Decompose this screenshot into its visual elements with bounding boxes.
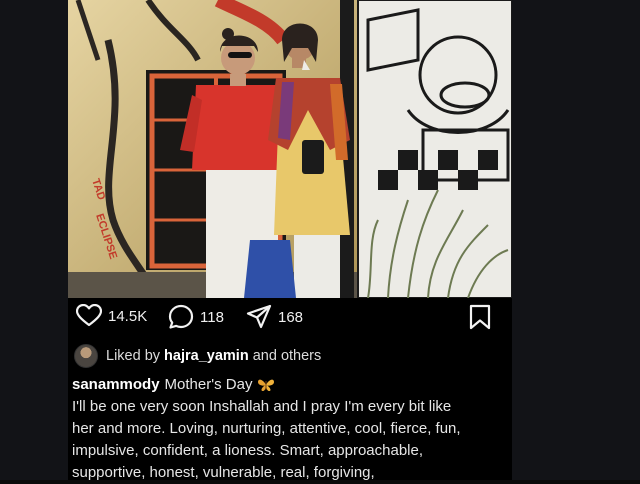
- paper-plane-icon: [246, 304, 272, 329]
- butterfly-icon: [258, 379, 275, 391]
- post-caption: sanammody Mother's Day I'll be one very …: [72, 374, 504, 484]
- post-action-bar: 14.5K 118 168: [68, 298, 512, 338]
- save-button[interactable]: [468, 304, 492, 335]
- caption-line-1: I'll be one very soon Inshallah and I pr…: [72, 398, 452, 415]
- caption-title: Mother's Day: [164, 376, 253, 393]
- liked-by-user-link[interactable]: hajra_yamin: [164, 348, 249, 364]
- like-count: 14.5K: [108, 307, 148, 325]
- caption-header: sanammody Mother's Day: [72, 374, 504, 396]
- like-button[interactable]: 14.5K: [76, 304, 147, 328]
- right-backdrop: [512, 0, 640, 480]
- share-button[interactable]: 168: [246, 304, 303, 330]
- post-photo[interactable]: TAD ECLIPSE: [68, 0, 512, 298]
- heart-icon: [76, 304, 102, 327]
- caption-line-2: her and more. Loving, nurturing, attenti…: [72, 420, 461, 437]
- post-photo-illustration: TAD ECLIPSE: [68, 0, 512, 298]
- share-count: 168: [278, 308, 304, 326]
- liker-avatar[interactable]: [74, 344, 98, 368]
- liked-by-prefix: Liked by: [106, 348, 161, 364]
- comment-button[interactable]: 118: [168, 304, 224, 330]
- comment-bubble-icon: [168, 304, 194, 329]
- caption-line-4: supportive, honest, vulnerable, real, fo…: [72, 464, 375, 481]
- caption-line-3: impulsive, confident, a lioness. Smart, …: [72, 442, 424, 459]
- comment-count: 118: [200, 308, 224, 326]
- left-backdrop: [0, 0, 68, 480]
- bookmark-icon: [469, 304, 491, 330]
- liked-by-row: Liked by hajra_yamin and others: [74, 344, 321, 368]
- liked-by-suffix[interactable]: and others: [253, 348, 322, 364]
- instagram-post: TAD ECLIPSE 14.5K 118 168 Liked by hajra…: [68, 0, 512, 481]
- caption-username[interactable]: sanammody: [72, 374, 160, 396]
